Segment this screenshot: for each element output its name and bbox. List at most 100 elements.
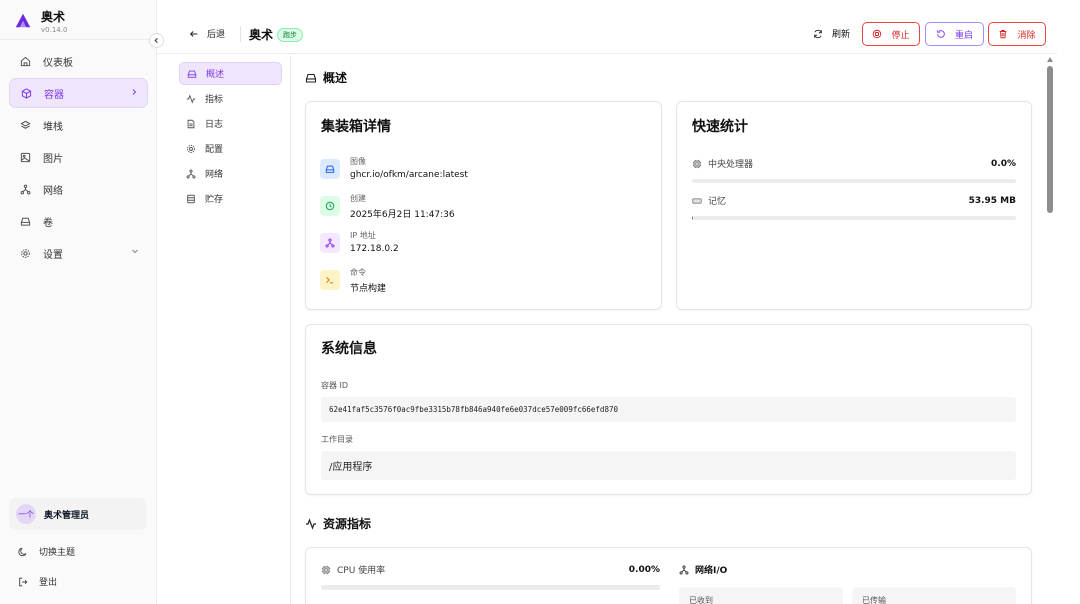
tab-label: 概述 [206,70,225,80]
box-icon [21,87,32,99]
avatar: 一个 [16,504,36,524]
gear-icon [187,144,195,153]
sidebar-collapse-button[interactable] [149,33,164,48]
memory-progress-fill [692,216,693,220]
chevron-down-icon [132,249,138,254]
received-label: 已收到 [689,596,713,604]
cpu-stat-value: 0.0% [991,158,1016,169]
sidebar-item-settings[interactable]: 设置 [9,238,148,268]
content-divider [290,55,291,604]
cpu-stat-row: 中央处理器 0.0% [692,157,1016,170]
layers-icon [20,120,31,129]
container-id-label: 容器 ID [321,381,349,390]
card-title: 系统信息 [321,341,377,357]
overview-section-title: 概述 [305,69,347,86]
user-name: 奥术管理员 [44,510,90,521]
logout-icon [19,577,28,586]
detail-icon-bg [320,159,340,179]
user-card[interactable]: 一个 奥术管理员 [9,498,147,530]
detail-label: 创建 [350,194,366,203]
brand[interactable]: 奥术 v0.14.0 [14,8,67,34]
status-badge: 跑步 [277,28,303,42]
tab-networks[interactable]: 网络 [179,162,282,185]
sidebar-item-volumes[interactable]: 卷 [9,206,148,236]
restart-label: 重启 [954,30,973,41]
sidebar-item-images[interactable]: 图片 [9,142,148,172]
chevron-left-icon [154,37,158,44]
toggle-theme-label: 切换主题 [39,548,76,558]
sidebar-item-dashboard[interactable]: 仪表板 [9,46,148,76]
activity-icon [186,93,196,104]
sent-box: 已传输 [852,587,1016,604]
system-info-card: 系统信息 容器 ID 62e41faf5c3576f0ac9fbe3315b78… [305,324,1032,495]
cpu-icon [321,565,331,574]
moon-icon [18,547,27,556]
gear-icon [21,248,30,258]
terminal-icon [326,277,334,284]
workdir-field[interactable]: /应用程序 [321,451,1016,480]
memory-stat-row: 记忆 53.95 MB [692,194,1016,207]
chevron-right-icon [132,89,137,95]
tab-config[interactable]: 配置 [179,137,282,160]
tab-metrics[interactable]: 指标 [179,87,282,110]
trash-icon [1000,30,1007,39]
container-id-field[interactable]: 62e41faf5c3576f0ac9fbe3315b78fb846a940fe… [321,397,1016,422]
cpu-usage-row: CPU 使用率 0.00% [321,563,660,576]
sidebar-nav: 仪表板 容器 堆栈 图片 网络 卷 设置 [9,46,148,270]
home-icon [20,56,31,66]
memory-icon [692,198,702,203]
tab-storage[interactable]: 贮存 [179,187,282,210]
back-label: 后退 [207,30,226,40]
stop-label: 停止 [891,30,910,41]
detail-image: 图像 ghcr.io/ofkm/arcane:latest [320,156,468,180]
detail-value: 172.18.0.2 [350,244,399,254]
scroll-up-arrow-icon[interactable] [1047,57,1053,62]
sidebar-item-containers[interactable]: 容器 [9,78,148,108]
cpu-usage-label: CPU 使用率 [337,566,386,576]
back-button[interactable]: 后退 [189,27,225,40]
stop-button[interactable]: 停止 [862,22,920,46]
section-title-text: 资源指标 [323,517,372,531]
database-icon [187,194,195,203]
scrollbar-thumb[interactable] [1047,66,1053,213]
drive-icon [187,70,197,78]
sidebar-item-label: 堆栈 [43,121,63,133]
image-icon [20,152,31,162]
network-icon [325,238,335,248]
sidebar-item-stacks[interactable]: 堆栈 [9,110,148,140]
file-text-icon [187,119,195,128]
sidebar-item-label: 仪表板 [43,57,73,69]
tab-label: 贮存 [205,195,224,205]
sidebar-item-networks[interactable]: 网络 [9,174,148,204]
activity-icon [306,517,316,530]
detail-label: 图像 [350,157,366,166]
workdir-value: /应用程序 [329,462,373,473]
stop-circle-icon [873,29,882,39]
drive-icon [325,165,335,173]
logout-button[interactable]: 登出 [18,575,57,588]
drive-icon [305,73,317,83]
refresh-label: 刷新 [832,30,851,40]
rotate-ccw-icon [937,30,945,38]
toggle-theme-button[interactable]: 切换主题 [18,545,75,558]
sidebar-item-label: 卷 [43,217,53,229]
detail-label: IP 地址 [350,231,376,240]
remove-button[interactable]: 消除 [988,22,1046,46]
tab-logs[interactable]: 日志 [179,112,282,135]
remove-label: 消除 [1017,30,1036,41]
page-header: 后退 奥术 跑步 刷新 停止 重启 消除 [157,0,1057,54]
header-divider [240,26,241,42]
tab-overview[interactable]: 概述 [179,62,282,85]
refresh-button[interactable]: 刷新 [813,27,850,40]
card-title: 快速统计 [692,119,748,135]
sidebar-item-label: 设置 [43,249,63,261]
section-title-text: 概述 [323,71,348,85]
arcane-logo-icon [15,13,31,28]
app-version: v0.14.0 [41,26,68,34]
detail-value: 2025年6月2日 11:47:36 [350,210,455,220]
network-io-header: 网络I/O [679,563,727,576]
drive-icon [20,217,31,226]
detail-icon-bg [320,196,340,216]
tab-label: 日志 [205,120,224,130]
restart-button[interactable]: 重启 [925,22,984,46]
